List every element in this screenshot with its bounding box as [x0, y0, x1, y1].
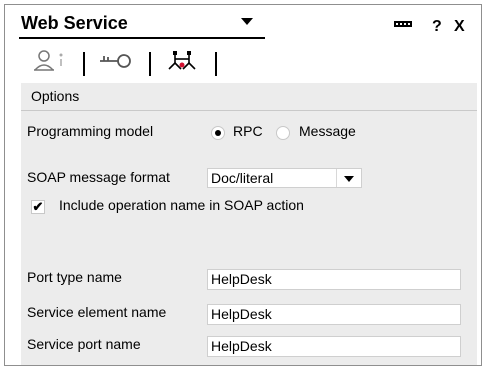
tab-web-service[interactable] [155, 48, 211, 74]
section-title: Options [31, 88, 80, 104]
service-port-label: Service port name [27, 336, 141, 352]
web-service-panel: Web Service ? X Options Programming mode… [4, 4, 482, 366]
message-label[interactable]: Message [299, 123, 356, 139]
panel-header: Web Service ? X [5, 5, 481, 43]
help-button[interactable]: ? [432, 19, 442, 35]
tab-divider [149, 52, 151, 76]
panel-title: Web Service [21, 13, 128, 33]
include-op-label[interactable]: Include operation name in SOAP action [59, 197, 304, 213]
service-element-field[interactable]: HelpDesk [207, 304, 461, 325]
soap-format-value: Doc/literal [211, 170, 274, 186]
chevron-down-icon [344, 176, 354, 182]
service-port-value: HelpDesk [211, 338, 272, 354]
service-element-value: HelpDesk [211, 306, 272, 322]
tab-divider [83, 52, 85, 76]
include-op-checkbox[interactable]: ✔ [31, 200, 45, 214]
soap-format-select[interactable]: Doc/literal [207, 168, 362, 188]
title-dropdown[interactable]: Web Service [19, 13, 265, 39]
port-type-field[interactable]: HelpDesk [207, 269, 461, 290]
message-radio[interactable] [276, 126, 290, 140]
tab-security[interactable] [87, 48, 145, 74]
service-element-label: Service element name [27, 304, 167, 320]
user-icon [34, 50, 63, 71]
port-type-label: Port type name [27, 269, 122, 285]
tab-bar [19, 48, 479, 78]
rpc-radio[interactable] [211, 126, 225, 140]
options-section: Options Programming model RPC Message SO… [21, 83, 477, 365]
section-header[interactable]: Options [21, 83, 477, 111]
select-divider [336, 169, 337, 187]
key-icon [100, 54, 131, 68]
programming-model-label: Programming model [27, 123, 154, 139]
service-port-field[interactable]: HelpDesk [207, 336, 461, 357]
minimize-icon[interactable] [394, 21, 412, 27]
close-button[interactable]: X [454, 19, 465, 35]
network-icon [168, 51, 196, 70]
tab-divider [215, 52, 217, 76]
rpc-label[interactable]: RPC [233, 123, 263, 139]
chevron-down-icon [241, 18, 253, 25]
port-type-value: HelpDesk [211, 271, 272, 287]
tab-general[interactable] [19, 48, 81, 74]
soap-format-label: SOAP message format [27, 169, 170, 185]
